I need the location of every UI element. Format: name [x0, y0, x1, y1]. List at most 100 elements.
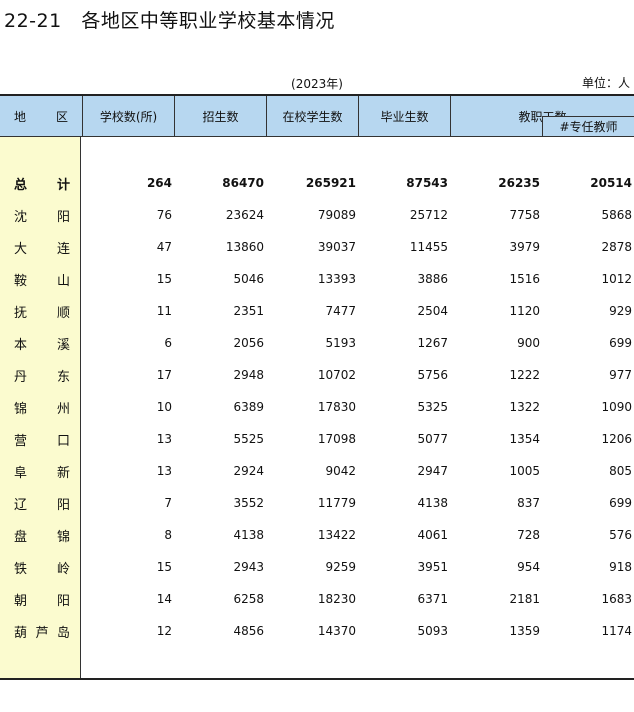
cell-teachers: 977 [609, 368, 632, 382]
cell-enrollment: 3552 [233, 496, 264, 510]
cell-graduates: 6371 [417, 592, 448, 606]
cell-teachers: 1174 [601, 624, 632, 638]
region-name-char: 总 [14, 177, 28, 193]
cell-schools: 47 [156, 240, 172, 254]
table-row: 盘锦 8 4138 13422 4061 728 576 [0, 519, 634, 551]
cell-enrollment: 4138 [233, 528, 264, 542]
region-name: 丹东 [14, 359, 70, 391]
header-graduates: 毕业生数 [358, 96, 450, 136]
cell-staff: 1120 [509, 304, 540, 318]
cell-graduates: 3951 [417, 560, 448, 574]
table-row: 葫芦岛 12 4856 14370 5093 1359 1174 [0, 615, 634, 647]
cell-students: 13422 [317, 528, 356, 542]
cell-graduates: 5077 [417, 432, 448, 446]
cell-students: 11779 [317, 496, 356, 510]
cell-schools: 15 [156, 560, 172, 574]
region-name-char: 铁 [14, 561, 28, 577]
cell-schools: 6 [164, 336, 172, 350]
region-name: 鞍山 [14, 263, 70, 295]
year-label: (2023年) [291, 77, 343, 91]
cell-graduates: 11455 [409, 240, 448, 254]
table-row: 大连 47 13860 39037 11455 3979 2878 [0, 231, 634, 263]
cell-schools: 76 [156, 208, 172, 222]
header-region-a: 地 [14, 109, 27, 124]
cell-graduates: 3886 [417, 272, 448, 286]
cell-schools: 13 [156, 464, 172, 478]
region-name-char: 丹 [14, 369, 28, 385]
header-region: 地 区 [0, 96, 82, 136]
cell-teachers: 2878 [601, 240, 632, 254]
cell-teachers: 576 [609, 528, 632, 542]
page-title: 22-21 各地区中等职业学校基本情况 [4, 10, 335, 32]
cell-students: 14370 [317, 624, 356, 638]
header-students: 在校学生数 [266, 96, 358, 136]
table-row: 本溪 6 2056 5193 1267 900 699 [0, 327, 634, 359]
table-row: 营口 13 5525 17098 5077 1354 1206 [0, 423, 634, 455]
region-name-char: 东 [56, 369, 70, 385]
cell-teachers: 1090 [601, 400, 632, 414]
cell-graduates: 5325 [417, 400, 448, 414]
cell-schools: 11 [156, 304, 172, 318]
cell-graduates: 2947 [417, 464, 448, 478]
cell-staff: 2181 [509, 592, 540, 606]
table-body: 总计 264 86470 265921 87543 26235 20514 沈阳 76 23624… [0, 167, 634, 647]
region-name-char: 新 [56, 465, 70, 481]
region-name-char: 溪 [56, 337, 70, 353]
cell-staff: 837 [517, 496, 540, 510]
region-name: 营口 [14, 423, 70, 455]
cell-enrollment: 4856 [233, 624, 264, 638]
cell-enrollment: 5525 [233, 432, 264, 446]
cell-students: 13393 [317, 272, 356, 286]
cell-graduates: 4138 [417, 496, 448, 510]
region-name: 铁岭 [14, 551, 70, 583]
cell-staff: 1354 [509, 432, 540, 446]
region-name-char: 阳 [56, 497, 70, 513]
region-name-char: 阳 [56, 593, 70, 609]
cell-students: 79089 [317, 208, 356, 222]
cell-graduates: 2504 [417, 304, 448, 318]
cell-teachers: 1206 [601, 432, 632, 446]
cell-schools: 8 [164, 528, 172, 542]
cell-schools: 264 [146, 176, 172, 190]
cell-staff: 1222 [509, 368, 540, 382]
region-name: 葫芦岛 [14, 615, 70, 647]
header-schools: 学校数(所) [82, 96, 174, 136]
region-name-char: 阳 [56, 209, 70, 225]
cell-enrollment: 13860 [225, 240, 264, 254]
cell-graduates: 5093 [417, 624, 448, 638]
cell-teachers: 929 [609, 304, 632, 318]
cell-teachers: 699 [609, 496, 632, 510]
cell-staff: 3979 [509, 240, 540, 254]
region-name: 沈阳 [14, 199, 70, 231]
region-name: 锦州 [14, 391, 70, 423]
region-name-char: 阜 [14, 465, 28, 481]
region-name-char: 盘 [14, 529, 28, 545]
cell-enrollment: 2948 [233, 368, 264, 382]
table-row-total: 总计 264 86470 265921 87543 26235 20514 [0, 167, 634, 199]
cell-graduates: 1267 [417, 336, 448, 350]
cell-graduates: 5756 [417, 368, 448, 382]
cell-students: 5193 [325, 336, 356, 350]
cell-staff: 1322 [509, 400, 540, 414]
region-name-char: 辽 [14, 497, 28, 513]
cell-staff: 900 [517, 336, 540, 350]
cell-teachers: 918 [609, 560, 632, 574]
region-name: 阜新 [14, 455, 70, 487]
region-name: 盘锦 [14, 519, 70, 551]
cell-students: 39037 [317, 240, 356, 254]
cell-graduates: 25712 [409, 208, 448, 222]
cell-staff: 728 [517, 528, 540, 542]
region-name-char: 朝 [14, 593, 28, 609]
table-row: 铁岭 15 2943 9259 3951 954 918 [0, 551, 634, 583]
cell-staff: 26235 [498, 176, 540, 190]
cell-students: 9259 [325, 560, 356, 574]
cell-teachers: 699 [609, 336, 632, 350]
cell-enrollment: 2351 [233, 304, 264, 318]
region-name: 朝阳 [14, 583, 70, 615]
region-name: 本溪 [14, 327, 70, 359]
table-row: 阜新 13 2924 9042 2947 1005 805 [0, 455, 634, 487]
region-name-char: 山 [56, 273, 70, 289]
region-name-char: 连 [56, 241, 70, 257]
cell-enrollment: 23624 [225, 208, 264, 222]
cell-enrollment: 2924 [233, 464, 264, 478]
